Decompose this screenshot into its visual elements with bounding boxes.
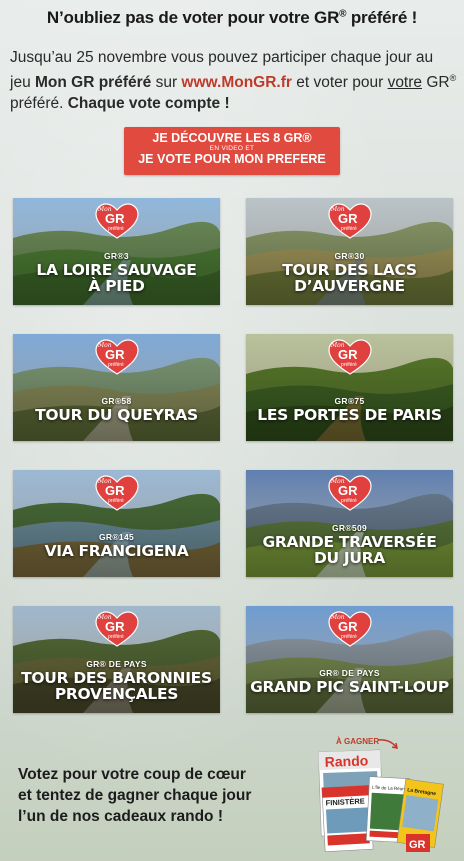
svg-text:GR: GR	[105, 347, 125, 362]
gr-logo: GR	[409, 839, 426, 851]
trail-number: GR® DE PAYS	[319, 668, 380, 678]
trail-name: TOUR DES BARONNIES PROVENÇALES	[21, 669, 212, 703]
svg-text:GR: GR	[338, 483, 358, 498]
a-gagner-label: À GAGNER	[336, 737, 380, 746]
svg-text:GR: GR	[105, 211, 125, 226]
trail-card-gr30[interactable]: Mon GR préféré GR®30 TOUR DES LACS D’AUV…	[246, 198, 453, 305]
cta-line-3: JE VOTE POUR MON PREFERE	[138, 152, 326, 166]
trail-card-gr3[interactable]: Mon GR préféré GR®3 LA LOIRE SAUVAGE À P…	[13, 198, 220, 305]
trail-name: LA LOIRE SAUVAGE À PIED	[36, 261, 197, 295]
mon-gr-prefere-heart-logo: Mon GR préféré	[328, 475, 372, 511]
trail-number: GR®30	[334, 251, 365, 261]
svg-text:préféré: préféré	[341, 498, 357, 504]
mon-gr-prefere-heart-logo: Mon GR préféré	[95, 475, 139, 511]
trail-name: GRAND PIC SAINT-LOUP	[250, 678, 449, 696]
svg-text:préféré: préféré	[341, 634, 357, 640]
svg-text:GR: GR	[338, 211, 358, 226]
mon-gr-prefere-heart-logo: Mon GR préféré	[328, 611, 372, 647]
svg-text:préféré: préféré	[108, 362, 124, 368]
trail-number: GR® DE PAYS	[86, 659, 147, 669]
trail-number: GR®3	[104, 251, 129, 261]
trail-card-pic-saint-loup[interactable]: Mon GR préféré GR® DE PAYS GRAND PIC SAI…	[246, 606, 453, 713]
svg-text:GR: GR	[105, 483, 125, 498]
svg-text:préféré: préféré	[341, 226, 357, 232]
trail-number: GR®75	[334, 396, 365, 406]
svg-text:GR: GR	[105, 619, 125, 634]
trail-name: LES PORTES DE PARIS	[257, 406, 442, 424]
trail-number: GR®509	[332, 523, 367, 533]
trail-name: TOUR DES LACS D’AUVERGNE	[282, 261, 417, 295]
trail-number: GR®145	[99, 532, 134, 542]
mon-gr-prefere-heart-logo: Mon GR préféré	[95, 339, 139, 375]
mon-gr-prefere-heart-logo: Mon GR préféré	[95, 611, 139, 647]
svg-text:préféré: préféré	[108, 498, 124, 504]
svg-text:GR: GR	[338, 619, 358, 634]
newsletter-page: N’oubliez pas de voter pour votre GR® pr…	[0, 0, 464, 861]
trail-number: GR®58	[101, 396, 132, 406]
page-title: N’oubliez pas de voter pour votre GR® pr…	[46, 8, 418, 27]
trail-name: VIA FRANCIGENA	[44, 542, 189, 560]
trail-card-gr509[interactable]: Mon GR préféré GR®509 GRANDE TRAVERSÉE D…	[246, 470, 453, 577]
prize-text: Votez pour votre coup de cœur et tentez …	[18, 766, 252, 825]
magazines-prize-image: Rando FINISTÈRE L'Île de La Réunion La B…	[318, 749, 444, 852]
svg-text:préféré: préféré	[108, 634, 124, 640]
mon-gr-prefere-heart-logo: Mon GR préféré	[328, 339, 372, 375]
cta-line-2: EN VIDEO ET	[209, 145, 255, 152]
cta-line-1: JE DÉCOUVRE LES 8 GR®	[152, 131, 312, 145]
trail-card-gr58[interactable]: Mon GR préféré GR®58 TOUR DU QUEYRAS	[13, 334, 220, 441]
mongr-link[interactable]: www.MonGR.fr	[181, 74, 292, 91]
intro-paragraph: Jusqu’au 25 novembre vous pouvez partici…	[10, 49, 457, 113]
rando-mag-title: Rando	[324, 752, 368, 770]
svg-text:GR: GR	[338, 347, 358, 362]
trail-card-gr75[interactable]: Mon GR préféré GR®75 LES PORTES DE PARIS	[246, 334, 453, 441]
discover-vote-button[interactable]: JE DÉCOUVRE LES 8 GR® EN VIDEO ET JE VOT…	[124, 127, 340, 175]
trail-card-gr145[interactable]: Mon GR préféré GR®145 VIA FRANCIGENA	[13, 470, 220, 577]
trail-name: GRANDE TRAVERSÉE DU JURA	[262, 533, 437, 567]
svg-text:préféré: préféré	[108, 226, 124, 232]
svg-text:préféré: préféré	[341, 362, 357, 368]
mon-gr-prefere-heart-logo: Mon GR préféré	[328, 203, 372, 239]
trail-name: TOUR DU QUEYRAS	[35, 406, 198, 424]
trail-card-baronnies[interactable]: Mon GR préféré GR® DE PAYS TOUR DES BARO…	[13, 606, 220, 713]
mon-gr-prefere-heart-logo: Mon GR préféré	[95, 203, 139, 239]
